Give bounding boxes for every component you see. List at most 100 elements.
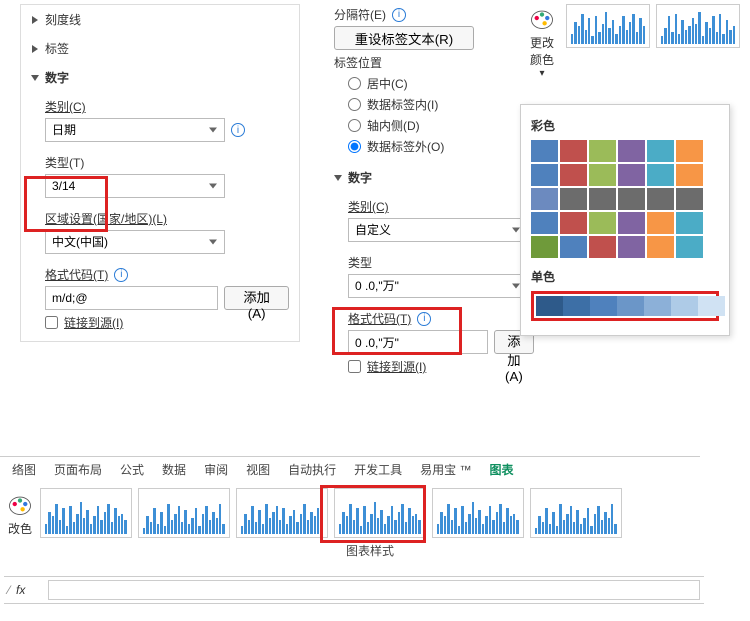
chart-style-thumb[interactable] <box>432 488 524 538</box>
ribbon-tab[interactable]: 自动执行 <box>288 461 336 478</box>
color-swatch[interactable] <box>647 188 674 210</box>
color-swatch[interactable] <box>618 140 645 162</box>
color-swatch[interactable] <box>618 164 645 186</box>
ribbon-tab[interactable]: 图表 <box>489 461 513 478</box>
section-labels[interactable]: 标签 <box>21 34 299 63</box>
color-swatch[interactable] <box>671 296 698 316</box>
format-axis-panel: 刻度线 标签 数字 类别(C) 日期 i 类型(T) 3/14 区域设置(国家/… <box>20 4 300 342</box>
color-palette-popup: 彩色 单色 <box>520 104 730 336</box>
format-code-label: 格式代码(T) i <box>348 310 510 327</box>
chart-styles-gallery: 图表样式 <box>40 488 700 559</box>
colorful-heading: 彩色 <box>531 117 719 134</box>
chart-style-thumb[interactable] <box>334 488 426 538</box>
link-source-label: 链接到源(I) <box>367 358 426 375</box>
color-swatch[interactable] <box>647 236 674 258</box>
color-swatch[interactable] <box>617 296 644 316</box>
mono-swatch-row[interactable] <box>536 296 714 316</box>
formula-input[interactable] <box>48 580 700 600</box>
section-ticks[interactable]: 刻度线 <box>21 5 299 34</box>
chart-style-thumb[interactable] <box>656 4 740 48</box>
color-swatch[interactable] <box>676 164 703 186</box>
chart-style-preview-row <box>566 4 742 48</box>
type-label: 类型(T) <box>45 154 289 171</box>
color-swatch[interactable] <box>676 212 703 234</box>
color-swatch[interactable] <box>531 140 558 162</box>
section-number[interactable]: 数字 <box>21 63 299 92</box>
reset-label-text-button[interactable]: 重设标签文本(R) <box>334 26 474 50</box>
category-label: 类别(C) <box>348 198 510 215</box>
color-swatch[interactable] <box>531 212 558 234</box>
type-select[interactable]: 0 .0,"万" <box>348 274 528 298</box>
category-select[interactable]: 自定义 <box>348 218 528 242</box>
color-swatch[interactable] <box>590 296 617 316</box>
format-code-input[interactable] <box>348 330 488 354</box>
color-swatch[interactable] <box>589 140 616 162</box>
ribbon-tab[interactable]: 审阅 <box>204 461 228 478</box>
color-swatch[interactable] <box>560 164 587 186</box>
color-swatch[interactable] <box>647 164 674 186</box>
link-source-checkbox[interactable] <box>45 316 58 329</box>
ribbon-tab[interactable]: 视图 <box>246 461 270 478</box>
color-swatch[interactable] <box>618 188 645 210</box>
color-swatch[interactable] <box>560 212 587 234</box>
type-select[interactable]: 3/14 <box>45 174 225 198</box>
chart-style-thumb[interactable] <box>138 488 230 538</box>
info-icon[interactable]: i <box>392 8 406 22</box>
category-select[interactable]: 日期 <box>45 118 225 142</box>
color-swatch[interactable] <box>589 212 616 234</box>
section-number-right[interactable]: 数字 <box>324 163 520 192</box>
separator-label: 分隔符(E) i <box>334 6 510 23</box>
type-label: 类型 <box>348 254 510 271</box>
radio-center[interactable] <box>348 77 361 90</box>
color-swatch[interactable] <box>589 236 616 258</box>
ribbon-tab[interactable]: 数据 <box>162 461 186 478</box>
chart-style-thumb[interactable] <box>566 4 650 48</box>
color-swatch[interactable] <box>589 164 616 186</box>
color-swatch[interactable] <box>560 236 587 258</box>
chevron-down-icon <box>31 75 39 81</box>
info-icon[interactable]: i <box>231 123 245 137</box>
region-select[interactable]: 中文(中国) <box>45 230 225 254</box>
color-swatch[interactable] <box>676 188 703 210</box>
color-swatch[interactable] <box>536 296 563 316</box>
section-label: 标签 <box>45 40 69 57</box>
fx-icon[interactable]: fx <box>14 583 44 597</box>
chart-style-thumb[interactable] <box>40 488 132 538</box>
ribbon-tab[interactable]: 公式 <box>120 461 144 478</box>
chart-style-thumb[interactable] <box>530 488 622 538</box>
formula-cancel-icon[interactable]: ⁄ <box>8 583 10 597</box>
radio-outside[interactable] <box>348 140 361 153</box>
link-source-checkbox[interactable] <box>348 360 361 373</box>
color-swatch[interactable] <box>531 164 558 186</box>
info-icon[interactable]: i <box>114 268 128 282</box>
color-swatch[interactable] <box>644 296 671 316</box>
ribbon-tab[interactable]: 开发工具 <box>354 461 402 478</box>
color-swatch[interactable] <box>676 236 703 258</box>
radio-axis-inside[interactable] <box>348 119 361 132</box>
color-swatch[interactable] <box>589 188 616 210</box>
change-color-button[interactable]: 更改 颜色 ▾ <box>520 4 564 79</box>
add-button[interactable]: 添加(A) <box>224 286 289 310</box>
color-swatch[interactable] <box>560 140 587 162</box>
color-swatch[interactable] <box>618 236 645 258</box>
palette-icon <box>528 4 556 32</box>
color-swatch[interactable] <box>676 140 703 162</box>
color-swatch[interactable] <box>647 212 674 234</box>
ribbon-tab[interactable]: 络图 <box>12 461 36 478</box>
radio-inside[interactable] <box>348 98 361 111</box>
color-swatch[interactable] <box>618 212 645 234</box>
color-swatch[interactable] <box>647 140 674 162</box>
color-swatch[interactable] <box>531 188 558 210</box>
section-label: 数字 <box>45 69 69 86</box>
info-icon[interactable]: i <box>417 312 431 326</box>
color-swatch[interactable] <box>698 296 725 316</box>
color-swatch[interactable] <box>560 188 587 210</box>
format-code-input[interactable] <box>45 286 218 310</box>
chart-styles-caption: 图表样式 <box>40 542 700 559</box>
chart-style-thumb[interactable] <box>236 488 328 538</box>
ribbon-tab[interactable]: 页面布局 <box>54 461 102 478</box>
change-color-button-small[interactable]: 改色 <box>4 490 36 537</box>
color-swatch[interactable] <box>563 296 590 316</box>
ribbon-tab[interactable]: 易用宝 ™ <box>420 461 471 478</box>
color-swatch[interactable] <box>531 236 558 258</box>
